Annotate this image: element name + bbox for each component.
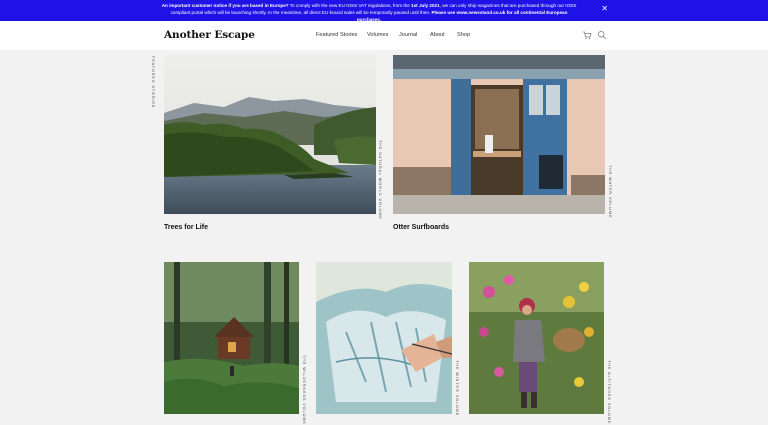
story-image-otter-surfboards[interactable] (393, 55, 605, 214)
notice-lead: An important customer notice if you are … (161, 3, 289, 8)
nav-volumes[interactable]: Volumes (367, 32, 388, 38)
notice-date: 1st July 2021 (411, 3, 440, 8)
otter-workshop-image (393, 55, 605, 214)
story-title-otter-surfboards[interactable]: Otter Surfboards (393, 224, 449, 231)
nav-featured-stories[interactable]: Featured Stories (316, 32, 357, 38)
story-image-altitudes[interactable] (469, 262, 604, 414)
main-nav: Featured Stories Volumes Journal About S… (0, 32, 768, 42)
nav-about[interactable]: About (430, 32, 445, 38)
nav-shop[interactable]: Shop (457, 32, 470, 38)
story-title-trees-for-life[interactable]: Trees for Life (164, 224, 208, 231)
story-image-winter[interactable] (316, 262, 452, 414)
nav-journal[interactable]: Journal (399, 32, 417, 38)
search-icon[interactable] (597, 30, 607, 40)
flower-picker-image (469, 262, 604, 414)
featured-stories-label: Featured Stories (151, 56, 155, 109)
story-image-wilderness[interactable] (164, 262, 299, 414)
volume-label-winter: The Winter Volume (455, 360, 459, 417)
trees-landscape-image (164, 55, 376, 214)
notice-text-1: To comply with the new EU IOSS VAT regul… (288, 3, 412, 8)
volume-label-altitudes: The Altitudes Volume (607, 360, 611, 425)
volume-label-trees-for-life: The Natural World Volume (378, 140, 382, 220)
story-image-trees-for-life[interactable] (164, 55, 376, 214)
close-icon[interactable]: ✕ (601, 5, 608, 13)
notice-banner: An important customer notice if you are … (0, 0, 768, 22)
forest-cabin-image (164, 262, 299, 414)
ski-map-painting-image (316, 262, 452, 414)
volume-label-otter-surfboards: The Water Volume (608, 165, 612, 219)
site-header: Another Escape Featured Stories Volumes … (0, 21, 768, 50)
cart-icon[interactable] (582, 30, 592, 40)
volume-label-wilderness: The Wilderness Volume (302, 355, 306, 425)
